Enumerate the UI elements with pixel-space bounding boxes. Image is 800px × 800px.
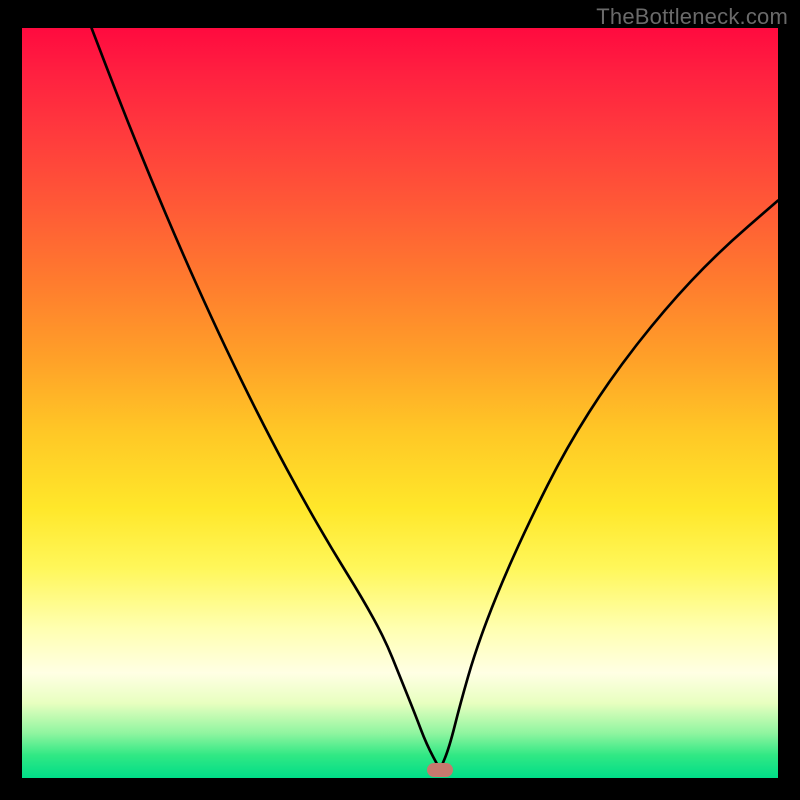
optimal-point-marker xyxy=(427,763,453,777)
plot-area xyxy=(22,28,778,778)
curve-left-branch xyxy=(92,28,441,770)
chart-container: TheBottleneck.com xyxy=(0,0,800,800)
bottleneck-curve xyxy=(22,28,778,778)
watermark-text: TheBottleneck.com xyxy=(596,4,788,30)
curve-right-branch xyxy=(440,201,778,770)
